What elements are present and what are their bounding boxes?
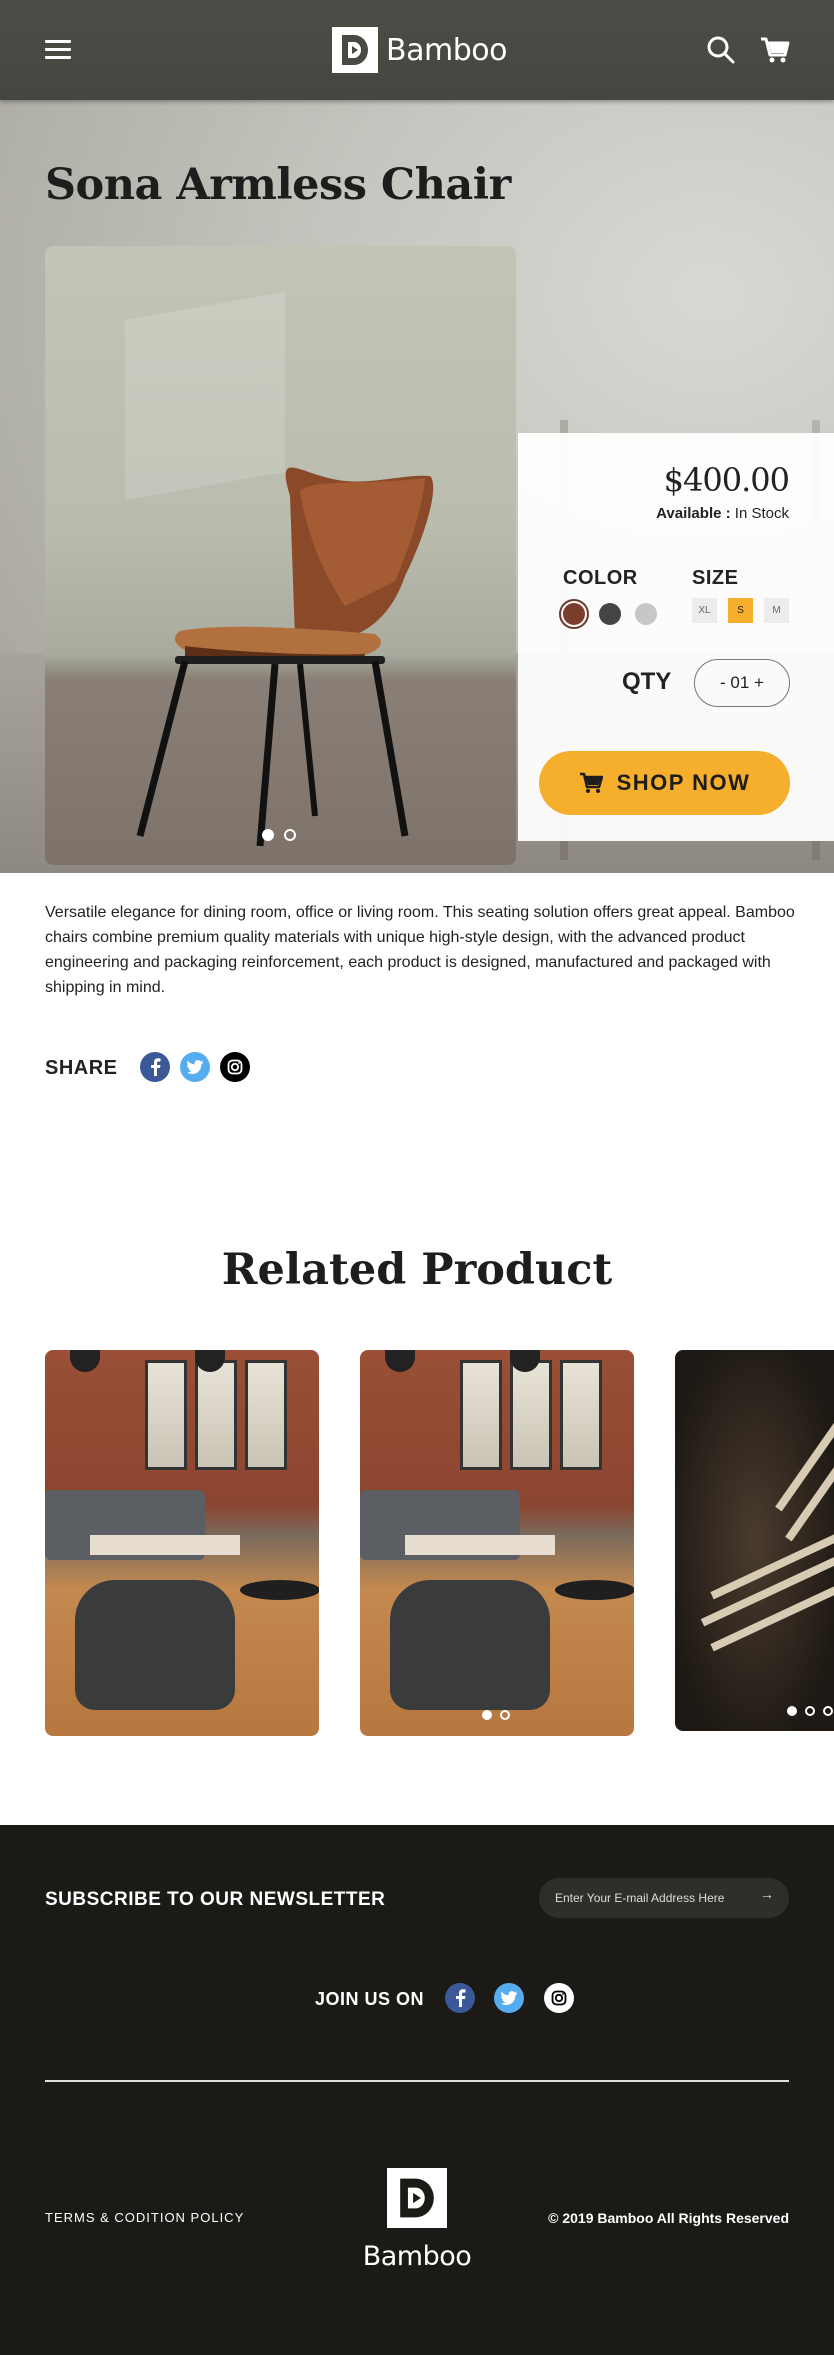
related-product-card[interactable] — [360, 1350, 634, 1736]
size-option-s[interactable]: S — [728, 598, 753, 623]
color-swatch-brown[interactable] — [559, 599, 589, 629]
product-image[interactable] — [45, 246, 516, 865]
brand-logo[interactable]: Bamboo — [332, 27, 507, 73]
carousel-dot[interactable] — [284, 829, 296, 841]
hamburger-menu-icon[interactable] — [45, 40, 71, 60]
related-product-image — [360, 1350, 634, 1736]
carousel-dots — [482, 1710, 510, 1720]
color-swatch-light-gray[interactable] — [635, 603, 657, 625]
carousel-dot[interactable] — [823, 1706, 833, 1716]
related-product-image — [45, 1350, 319, 1736]
shop-now-label: SHOP NOW — [616, 770, 751, 795]
footer-brand-name: Bamboo — [362, 2241, 472, 2272]
shop-now-button[interactable]: SHOP NOW — [539, 751, 790, 815]
instagram-icon[interactable] — [544, 1983, 574, 2013]
facebook-icon[interactable] — [140, 1052, 170, 1082]
join-us-label: JOIN US ON — [315, 1989, 425, 2009]
logo-mark-icon[interactable] — [387, 2168, 447, 2228]
product-hero: Sona Armless Chair $400.00 Available : I… — [0, 100, 834, 873]
newsletter-email-input[interactable] — [539, 1878, 789, 1918]
carousel-dot[interactable] — [482, 1710, 492, 1720]
arrow-right-icon[interactable]: → — [760, 1886, 774, 1902]
carousel-dot[interactable] — [500, 1710, 510, 1720]
newsletter-label: SUBSCRIBE TO OUR NEWSLETTER — [45, 1889, 386, 1910]
related-product-card[interactable] — [675, 1350, 834, 1731]
copyright: © 2019 Bamboo All Rights Reserved — [548, 2210, 789, 2226]
related-title: Related Product — [221, 1245, 613, 1295]
size-option-xl[interactable]: XL — [692, 598, 717, 623]
instagram-icon[interactable] — [220, 1052, 250, 1082]
availability-label: Available : — [656, 505, 731, 522]
footer-divider — [45, 2080, 789, 2082]
qty-label: QTY — [622, 668, 672, 695]
terms-link[interactable]: TERMS & CODITION POLICY — [45, 2210, 244, 2225]
color-swatch-dark-gray[interactable] — [599, 603, 621, 625]
availability-value: In Stock — [734, 505, 789, 522]
carousel-dot[interactable] — [262, 829, 274, 841]
cart-icon[interactable] — [759, 34, 791, 66]
product-title: Sona Armless Chair — [45, 160, 511, 210]
facebook-icon[interactable] — [445, 1983, 475, 2013]
quantity-stepper[interactable]: - 01 + — [694, 659, 790, 707]
site-footer: SUBSCRIBE TO OUR NEWSLETTER → JOIN US ON… — [0, 1825, 834, 2355]
color-label: COLOR — [563, 567, 638, 589]
size-option-m[interactable]: M — [764, 598, 789, 623]
carousel-dot[interactable] — [787, 1706, 797, 1716]
related-product-image — [675, 1350, 834, 1731]
twitter-icon[interactable] — [180, 1052, 210, 1082]
twitter-icon[interactable] — [494, 1983, 524, 2013]
site-header: Bamboo — [0, 0, 834, 100]
availability: Available : In Stock — [656, 505, 789, 522]
search-icon[interactable] — [705, 34, 737, 66]
size-label: SIZE — [692, 567, 739, 589]
share-label: SHARE — [45, 1057, 118, 1079]
product-description: Versatile elegance for dining room, offi… — [45, 904, 795, 996]
chair-illustration — [136, 467, 434, 847]
carousel-dots — [262, 829, 296, 841]
cart-icon — [579, 772, 603, 793]
carousel-dot[interactable] — [805, 1706, 815, 1716]
brand-name: Bamboo — [386, 32, 507, 68]
logo-mark-icon — [332, 27, 378, 73]
carousel-dots — [787, 1706, 833, 1716]
related-product-card[interactable] — [45, 1350, 319, 1736]
purchase-panel: $400.00 Available : In Stock COLOR SIZE … — [518, 433, 834, 841]
product-price: $400.00 — [663, 461, 790, 499]
